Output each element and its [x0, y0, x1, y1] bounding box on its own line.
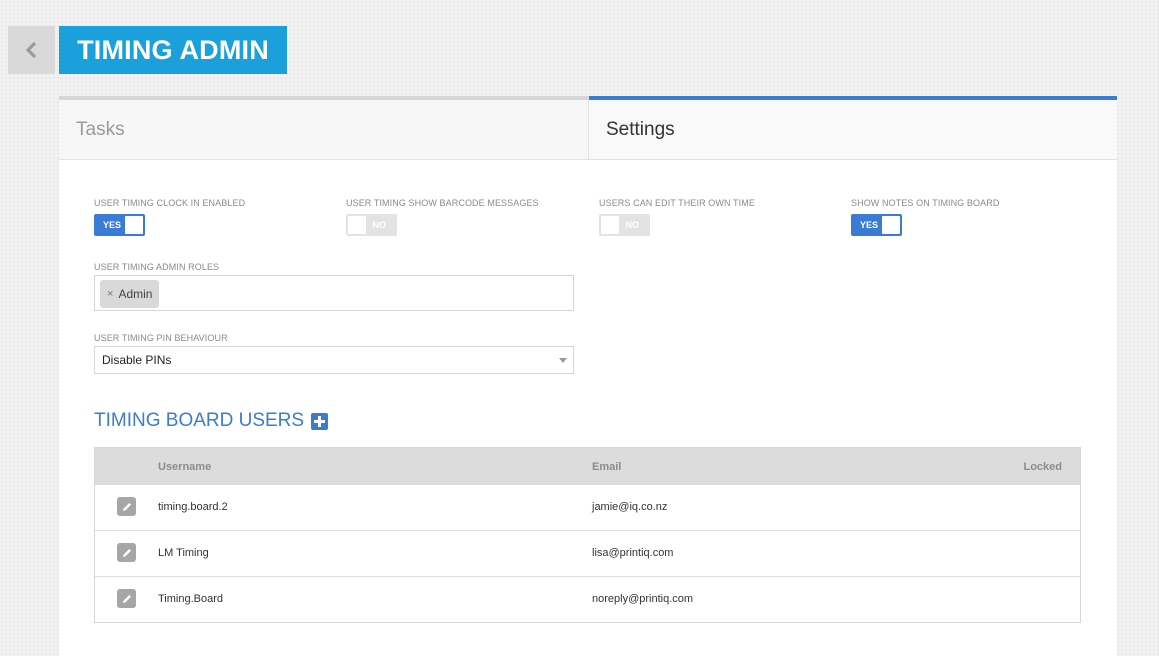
setting-label-clock-in: USER TIMING CLOCK IN ENABLED: [94, 198, 246, 208]
edit-user-button[interactable]: [117, 497, 136, 516]
toggle-edit-own-time[interactable]: NO: [599, 214, 650, 236]
toggle-knob: [125, 216, 143, 234]
admin-roles-input[interactable]: × Admin: [94, 275, 574, 311]
plus-square-icon[interactable]: [311, 412, 329, 430]
pencil-icon: [122, 594, 131, 603]
setting-label-barcode-messages: USER TIMING SHOW BARCODE MESSAGES: [346, 198, 539, 208]
remove-chip-icon[interactable]: ×: [107, 288, 113, 300]
cell-username: LM Timing: [158, 547, 209, 559]
admin-roles-label: USER TIMING ADMIN ROLES: [94, 262, 220, 272]
pin-behaviour-value: Disable PINs: [102, 353, 172, 367]
table-row: Timing.Board noreply@printiq.com: [95, 576, 1080, 622]
column-header-locked[interactable]: Locked: [1023, 461, 1062, 473]
toggle-barcode-messages[interactable]: NO: [346, 214, 397, 236]
table-row: LM Timing lisa@printiq.com: [95, 530, 1080, 576]
timing-board-users-heading: TIMING BOARD USERS: [94, 410, 329, 432]
cell-username: timing.board.2: [158, 501, 228, 513]
chevron-left-icon: [25, 42, 36, 58]
cell-email: jamie@iq.co.nz: [592, 501, 668, 513]
main-panel: Tasks Settings USER TIMING CLOCK IN ENAB…: [59, 96, 1117, 656]
users-table: Username Email Locked timing.board.2 jam…: [94, 447, 1081, 623]
toggle-state: NO: [372, 220, 387, 230]
tab-bar: Tasks Settings: [59, 96, 1117, 160]
toggle-show-notes[interactable]: YES: [851, 214, 902, 236]
toggle-clock-in-enabled[interactable]: YES: [94, 214, 145, 236]
setting-label-show-notes: SHOW NOTES ON TIMING BOARD: [851, 198, 1000, 208]
pencil-icon: [122, 548, 131, 557]
column-header-username[interactable]: Username: [158, 461, 211, 473]
toggle-knob: [601, 216, 619, 234]
toggle-state: NO: [625, 220, 640, 230]
section-title: TIMING BOARD USERS: [94, 410, 305, 431]
cell-username: Timing.Board: [158, 593, 224, 605]
pin-behaviour-select[interactable]: Disable PINs: [94, 346, 574, 374]
caret-down-icon: [559, 358, 567, 363]
tab-settings[interactable]: Settings: [589, 96, 1117, 160]
page-title: TIMING ADMIN: [59, 26, 287, 74]
back-button[interactable]: [8, 26, 55, 74]
role-chip: × Admin: [100, 280, 160, 308]
edit-user-button[interactable]: [117, 543, 136, 562]
setting-label-edit-own-time: USERS CAN EDIT THEIR OWN TIME: [599, 198, 755, 208]
toggle-knob: [348, 216, 366, 234]
role-chip-label: Admin: [118, 287, 153, 301]
toggle-state: YES: [860, 220, 879, 230]
table-row: timing.board.2 jamie@iq.co.nz: [95, 485, 1080, 530]
tab-tasks[interactable]: Tasks: [59, 96, 589, 160]
toggle-state: YES: [103, 220, 122, 230]
column-header-email[interactable]: Email: [592, 461, 621, 473]
pencil-icon: [122, 502, 131, 511]
edit-user-button[interactable]: [117, 589, 136, 608]
cell-email: noreply@printiq.com: [592, 593, 694, 605]
table-header: Username Email Locked: [95, 448, 1080, 485]
toggle-knob: [882, 216, 900, 234]
pin-behaviour-label: USER TIMING PIN BEHAVIOUR: [94, 333, 228, 343]
cell-email: lisa@printiq.com: [592, 547, 674, 559]
